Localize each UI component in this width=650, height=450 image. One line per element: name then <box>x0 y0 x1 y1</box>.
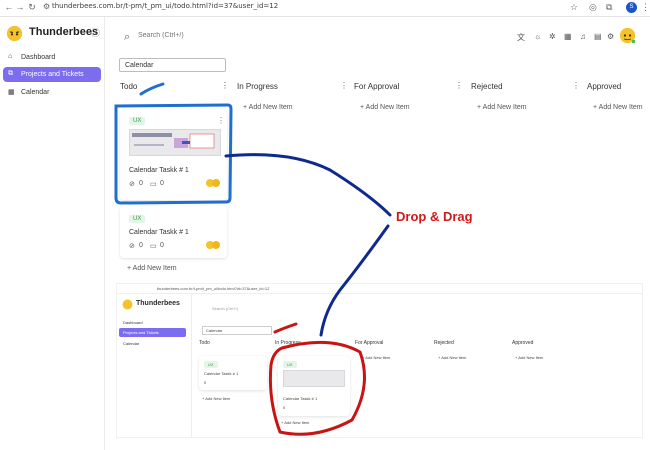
inner-search: Search (Ctrl+/) <box>212 306 239 311</box>
theme-sun-icon[interactable]: ☼ <box>534 32 541 41</box>
sidebar: Thunderbees ⓘ ⌂ Dashboard ⧉ Projects and… <box>0 17 105 450</box>
extension-icon[interactable]: ◎ <box>589 2 597 13</box>
column-title-for-approval: For Approval <box>354 82 400 91</box>
column-menu-icon[interactable]: ⋮ <box>221 81 229 90</box>
attachment-count: 0 <box>139 242 143 249</box>
attachment-count: 0 <box>139 180 143 187</box>
bee-logo-icon <box>6 25 23 42</box>
projects-icon: ⧉ <box>8 70 13 77</box>
inner-bee-logo-icon <box>122 299 133 310</box>
notification-bell-icon[interactable]: ♫ <box>580 32 586 41</box>
task-card[interactable]: UX Calendar Taskk # 1 ⊘ 0 ▭ 0 <box>120 206 227 258</box>
inner-task-card: UX Calendar Taskk # 1 0 <box>199 356 267 390</box>
inner-browser-toolbar: thunderbees.com.br/t-pm/t_pm_ui/todo.htm… <box>117 284 642 294</box>
browser-toolbar: ← → ↻ ⚙ thunderbees.com.br/t-pm/t_pm_ui/… <box>0 0 650 17</box>
inner-card-tag: UX <box>204 361 218 368</box>
search-input[interactable] <box>138 32 288 39</box>
inner-card-thumbnail <box>283 370 345 387</box>
inner-column-title: Todo <box>199 340 210 346</box>
inner-card-count: 0 <box>204 380 207 385</box>
translate-icon[interactable]: 文 <box>517 32 525 43</box>
puzzle-icon[interactable]: ⧉ <box>606 2 612 13</box>
home-icon: ⌂ <box>8 53 13 60</box>
inner-card-title: Calendar Taskk # 1 <box>204 371 239 376</box>
attachment-icon: ⊘ <box>129 243 135 250</box>
bookmark-star-icon[interactable]: ☆ <box>570 2 578 13</box>
assignee-avatars[interactable] <box>206 178 220 188</box>
project-filter-select[interactable]: Calendar <box>119 58 226 72</box>
sidebar-item-calendar[interactable]: ▦ Calendar <box>3 85 101 100</box>
reload-icon[interactable]: ↻ <box>26 2 38 13</box>
grid-apps-icon[interactable]: ▦ <box>564 32 572 41</box>
column-title-rejected: Rejected <box>471 82 503 91</box>
sidebar-item-dashboard[interactable]: ⌂ Dashboard <box>3 50 101 65</box>
column-menu-icon[interactable]: ⋮ <box>572 81 580 90</box>
card-tag: UX <box>129 215 146 223</box>
add-new-item-link[interactable]: + Add New Item <box>360 104 410 111</box>
column-title-in-progress: In Progress <box>237 82 278 91</box>
column-menu-icon[interactable]: ⋮ <box>340 81 348 90</box>
search-icon[interactable]: ⌕ <box>124 31 130 44</box>
assignee-avatars[interactable] <box>206 240 220 250</box>
column-menu-icon[interactable]: ⋮ <box>455 81 463 90</box>
attachment-icon: ⊘ <box>129 181 135 188</box>
card-thumbnail <box>129 129 221 156</box>
inner-sidebar: Thunderbees Dashboard Projects and Ticke… <box>117 294 192 437</box>
inner-filter: Calendar <box>202 326 272 335</box>
inner-sidebar-item-active: Projects and Tickets <box>119 328 186 337</box>
inner-add-item: + Add New Item <box>362 355 391 360</box>
inner-column-title: For Approval <box>355 340 384 346</box>
column-title-todo: Todo <box>120 82 138 91</box>
add-new-item-link[interactable]: + Add New Item <box>593 104 643 111</box>
inner-column-title: Rejected <box>434 340 454 346</box>
comment-icon: ▭ <box>150 181 157 188</box>
inner-brand-name: Thunderbees <box>136 300 180 307</box>
inner-card-count: 0 <box>283 405 286 410</box>
card-tag: UX <box>129 117 146 125</box>
column-title-approved: Approved <box>587 82 622 91</box>
card-menu-icon[interactable]: ⋮ <box>217 116 225 125</box>
inner-address-bar: thunderbees.com.br/t-pm/t_pm_ui/todo.htm… <box>157 286 270 291</box>
card-title: Calendar Taskk # 1 <box>129 167 189 174</box>
inner-add-item: + Add New Item <box>438 355 467 360</box>
add-new-item-link-todo[interactable]: + Add New Item <box>127 265 177 272</box>
forward-icon[interactable]: → <box>14 2 26 12</box>
inner-column-title: In Progress <box>275 340 301 346</box>
profile-avatar[interactable]: S <box>626 2 637 13</box>
blue-drag-curve <box>224 153 392 217</box>
inner-card-title: Calendar Taskk # 1 <box>283 396 318 401</box>
add-new-item-link[interactable]: + Add New Item <box>243 104 293 111</box>
menu-icon[interactable]: ⋮ <box>641 2 650 13</box>
calendar-toolbar-icon[interactable]: ▤ <box>594 32 602 41</box>
card-title: Calendar Taskk # 1 <box>129 229 189 236</box>
add-new-item-link[interactable]: + Add New Item <box>477 104 527 111</box>
sidebar-item-label: Calendar <box>21 89 50 96</box>
user-avatar[interactable] <box>619 27 636 44</box>
inner-add-item: + Add New Item <box>515 355 544 360</box>
comment-icon: ▭ <box>150 243 157 250</box>
inner-sidebar-item: Dashboard <box>123 320 143 325</box>
inner-column-title: Approved <box>512 340 534 346</box>
calendar-icon: ▦ <box>8 89 15 96</box>
task-card[interactable]: UX ⋮ Calendar Taskk # 1 ⊘ 0 ▭ 0 <box>120 110 227 200</box>
shortcut-icon[interactable]: ✲ <box>549 32 556 41</box>
info-icon[interactable]: ⓘ <box>91 26 100 39</box>
settings-icon[interactable]: ⚙ <box>607 32 614 41</box>
inner-add-item: + Add New Item <box>281 420 310 425</box>
sidebar-item-projects[interactable]: ⧉ Projects and Tickets <box>3 67 101 82</box>
sidebar-item-label: Projects and Tickets <box>21 71 84 78</box>
inner-sidebar-item: Calendar <box>123 341 140 346</box>
inner-card-tag: UX <box>283 361 297 368</box>
comment-count: 0 <box>160 180 164 187</box>
drag-drop-annotation: Drop & Drag <box>396 209 473 224</box>
inner-task-card-moved: UX Calendar Taskk # 1 0 <box>278 356 350 416</box>
embedded-screenshot: thunderbees.com.br/t-pm/t_pm_ui/todo.htm… <box>116 283 643 438</box>
sidebar-item-label: Dashboard <box>21 54 56 61</box>
address-bar[interactable]: thunderbees.com.br/t-pm/t_pm_ui/todo.htm… <box>52 2 278 10</box>
brand-name: Thunderbees <box>29 26 99 38</box>
inner-add-item: + Add New Item <box>202 396 231 401</box>
todo-underline-stroke <box>139 82 165 96</box>
comment-count: 0 <box>160 242 164 249</box>
site-info-icon[interactable]: ⚙ <box>43 2 50 11</box>
